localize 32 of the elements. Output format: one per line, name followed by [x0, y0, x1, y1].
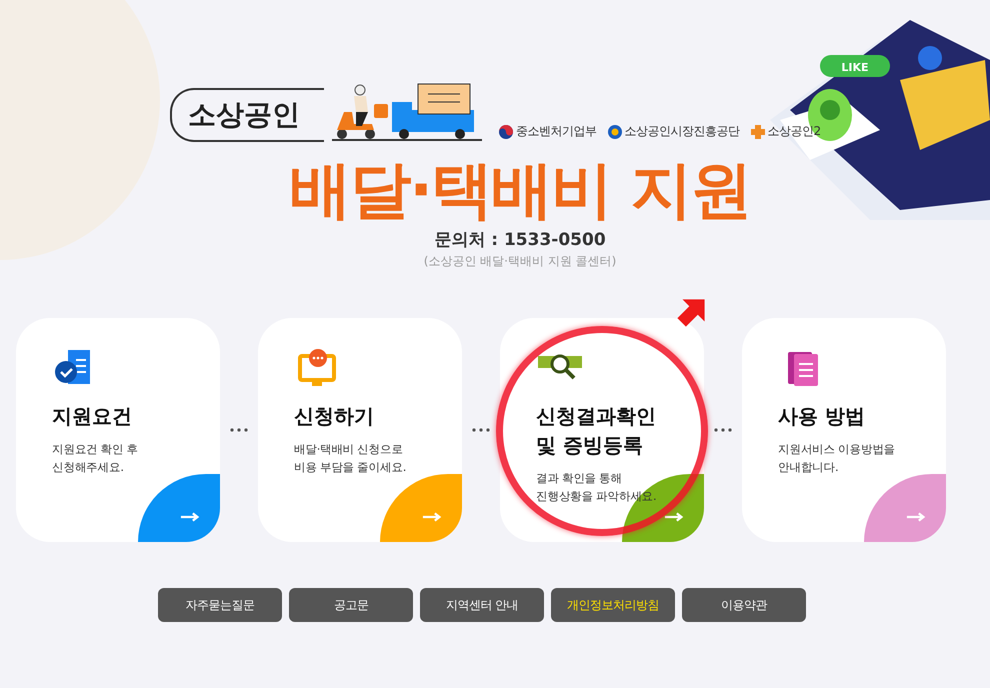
card-description: 지원요건 확인 후 신청해주세요.	[52, 441, 139, 476]
right-arrow-icon	[906, 511, 928, 524]
agency-name: 중소벤처기업부	[516, 123, 596, 140]
like-label: LIKE	[841, 61, 869, 74]
card-title: 신청결과확인 및 증빙등록	[536, 403, 657, 460]
contact-number: 문의처 : 1533-0500	[434, 229, 606, 252]
card-title: 지원요건	[52, 403, 133, 430]
agency-name: 소상공인시장진흥공단	[624, 123, 740, 140]
step-card[interactable]: 사용 방법 지원서비스 이용방법을 안내합니다.	[742, 318, 946, 542]
main-title: 배달·택배비 지원	[289, 156, 751, 224]
brand-label: 소상공인	[188, 98, 300, 131]
step-card[interactable]: 신청하기 배달·택배비 신청으로 비용 부담을 줄이세요.	[258, 318, 462, 542]
right-arrow-icon	[664, 511, 686, 524]
dots-separator-icon	[230, 428, 248, 432]
circle-logo-icon	[498, 124, 514, 140]
dots-separator-icon	[714, 428, 732, 432]
footer-link-button[interactable]: 이용약관	[682, 588, 806, 622]
right-arrow-icon	[180, 511, 202, 524]
footer-link-button[interactable]: 개인정보처리방침	[551, 588, 675, 622]
plus-logo-icon	[750, 124, 766, 140]
right-arrow-icon	[422, 511, 444, 524]
card-description: 배달·택배비 신청으로 비용 부담을 줄이세요.	[294, 441, 407, 476]
footer-link-button[interactable]: 자주묻는질문	[158, 588, 282, 622]
card-title: 사용 방법	[778, 403, 866, 430]
circle-logo-icon	[606, 124, 622, 140]
step-card[interactable]: 지원요건 지원요건 확인 후 신청해주세요.	[16, 318, 220, 542]
footer-link-button[interactable]: 지역센터 안내	[420, 588, 544, 622]
footer-link-button[interactable]: 공고문	[289, 588, 413, 622]
call-center-note: (소상공인 배달·택배비 지원 콜센터)	[424, 253, 616, 270]
card-title: 신청하기	[294, 403, 375, 430]
card-description: 지원서비스 이용방법을 안내합니다.	[778, 441, 896, 476]
dots-separator-icon	[472, 428, 490, 432]
